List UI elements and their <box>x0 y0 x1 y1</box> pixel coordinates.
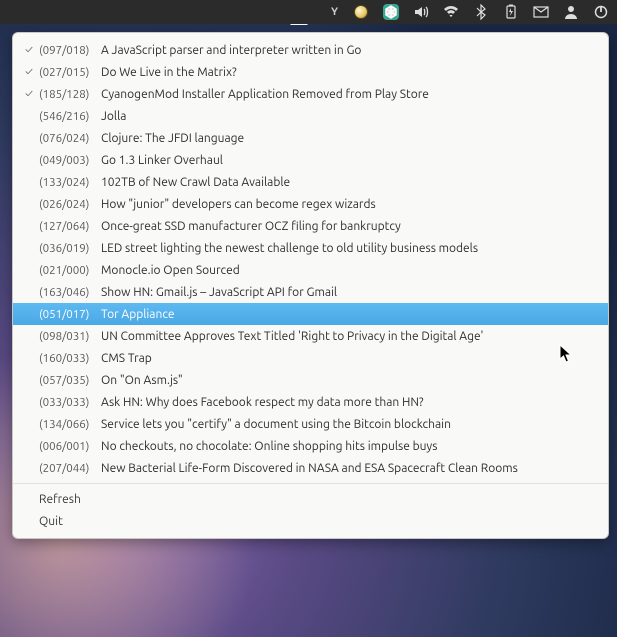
item-title: New Bacterial Life-Form Discovered in NA… <box>101 462 594 475</box>
power-icon[interactable] <box>593 4 609 20</box>
app-tray-icon[interactable] <box>383 4 399 20</box>
quit-action[interactable]: Quit <box>13 510 608 532</box>
item-title: No checkouts, no chocolate: Online shopp… <box>101 440 594 453</box>
news-item[interactable]: ✓(097/018)A JavaScript parser and interp… <box>13 39 608 61</box>
battery-icon[interactable] <box>503 4 519 20</box>
refresh-action[interactable]: Refresh <box>13 488 608 510</box>
menubar: Y <box>0 0 617 24</box>
bluetooth-icon[interactable] <box>473 4 489 20</box>
item-title: Ask HN: Why does Facebook respect my dat… <box>101 396 594 409</box>
volume-icon[interactable] <box>413 4 429 20</box>
item-counts: (134/066) <box>37 418 101 431</box>
item-counts: (133/024) <box>37 176 101 189</box>
item-title: Jolla <box>101 110 594 123</box>
item-title: 102TB of New Crawl Data Available <box>101 176 594 189</box>
check-icon: ✓ <box>21 66 37 78</box>
news-item[interactable]: (033/033)Ask HN: Why does Facebook respe… <box>13 391 608 413</box>
check-icon: ✓ <box>21 44 37 56</box>
item-counts: (546/216) <box>37 110 101 123</box>
item-title: LED street lighting the newest challenge… <box>101 242 594 255</box>
item-counts: (160/033) <box>37 352 101 365</box>
item-title: Clojure: The JFDI language <box>101 132 594 145</box>
item-counts: (163/046) <box>37 286 101 299</box>
item-title: How "junior" developers can become regex… <box>101 198 594 211</box>
news-item[interactable]: (133/024)102TB of New Crawl Data Availab… <box>13 171 608 193</box>
news-item[interactable]: (076/024)Clojure: The JFDI language <box>13 127 608 149</box>
item-counts: (051/017) <box>37 308 101 321</box>
item-title: Do We Live in the Matrix? <box>101 66 594 79</box>
news-item[interactable]: (546/216)Jolla <box>13 105 608 127</box>
news-item[interactable]: (049/003)Go 1.3 Linker Overhaul <box>13 149 608 171</box>
item-counts: (006/001) <box>37 440 101 453</box>
news-item[interactable]: (026/024)How "junior" developers can bec… <box>13 193 608 215</box>
item-counts: (076/024) <box>37 132 101 145</box>
item-title: UN Committee Approves Text Titled 'Right… <box>101 330 594 343</box>
item-counts: (049/003) <box>37 154 101 167</box>
item-counts: (036/019) <box>37 242 101 255</box>
item-title: Service lets you "certify" a document us… <box>101 418 594 431</box>
news-item[interactable]: (051/017)Tor Appliance <box>13 303 608 325</box>
news-item[interactable]: (163/046)Show HN: Gmail.js – JavaScript … <box>13 281 608 303</box>
item-counts: (098/031) <box>37 330 101 343</box>
wifi-icon[interactable] <box>443 4 459 20</box>
item-counts: (026/024) <box>37 198 101 211</box>
item-title: Once-great SSD manufacturer OCZ filing f… <box>101 220 594 233</box>
news-item[interactable]: (006/001)No checkouts, no chocolate: Onl… <box>13 435 608 457</box>
news-item[interactable]: (036/019)LED street lighting the newest … <box>13 237 608 259</box>
news-item[interactable]: (207/044)New Bacterial Life-Form Discove… <box>13 457 608 479</box>
item-title: CMS Trap <box>101 352 594 365</box>
item-counts: (097/018) <box>37 44 101 57</box>
item-counts: (057/035) <box>37 374 101 387</box>
item-title: CyanogenMod Installer Application Remove… <box>101 88 594 101</box>
news-item[interactable]: (160/033)CMS Trap <box>13 347 608 369</box>
item-counts: (207/044) <box>37 462 101 475</box>
item-title: A JavaScript parser and interpreter writ… <box>101 44 594 57</box>
news-item[interactable]: (098/031)UN Committee Approves Text Titl… <box>13 325 608 347</box>
item-title: Monocle.io Open Sourced <box>101 264 594 277</box>
item-counts: (127/064) <box>37 220 101 233</box>
lightbulb-icon[interactable] <box>353 4 369 20</box>
user-icon[interactable] <box>563 4 579 20</box>
item-title: Go 1.3 Linker Overhaul <box>101 154 594 167</box>
item-title: Tor Appliance <box>101 308 594 321</box>
news-item[interactable]: (057/035)On "On Asm.js" <box>13 369 608 391</box>
item-counts: (027/015) <box>37 66 101 79</box>
item-title: On "On Asm.js" <box>101 374 594 387</box>
item-counts: (021/000) <box>37 264 101 277</box>
check-icon: ✓ <box>21 88 37 100</box>
news-item[interactable]: (134/066)Service lets you "certify" a do… <box>13 413 608 435</box>
y-indicator-icon[interactable]: Y <box>331 6 339 18</box>
dropdown-menu: ✓(097/018)A JavaScript parser and interp… <box>12 24 609 539</box>
mail-icon[interactable] <box>533 4 549 20</box>
item-counts: (033/033) <box>37 396 101 409</box>
news-item[interactable]: ✓(027/015)Do We Live in the Matrix? <box>13 61 608 83</box>
news-item[interactable]: (127/064)Once-great SSD manufacturer OCZ… <box>13 215 608 237</box>
item-title: Show HN: Gmail.js – JavaScript API for G… <box>101 286 594 299</box>
news-item[interactable]: ✓(185/128)CyanogenMod Installer Applicat… <box>13 83 608 105</box>
item-counts: (185/128) <box>37 88 101 101</box>
separator <box>13 483 608 484</box>
news-item[interactable]: (021/000)Monocle.io Open Sourced <box>13 259 608 281</box>
